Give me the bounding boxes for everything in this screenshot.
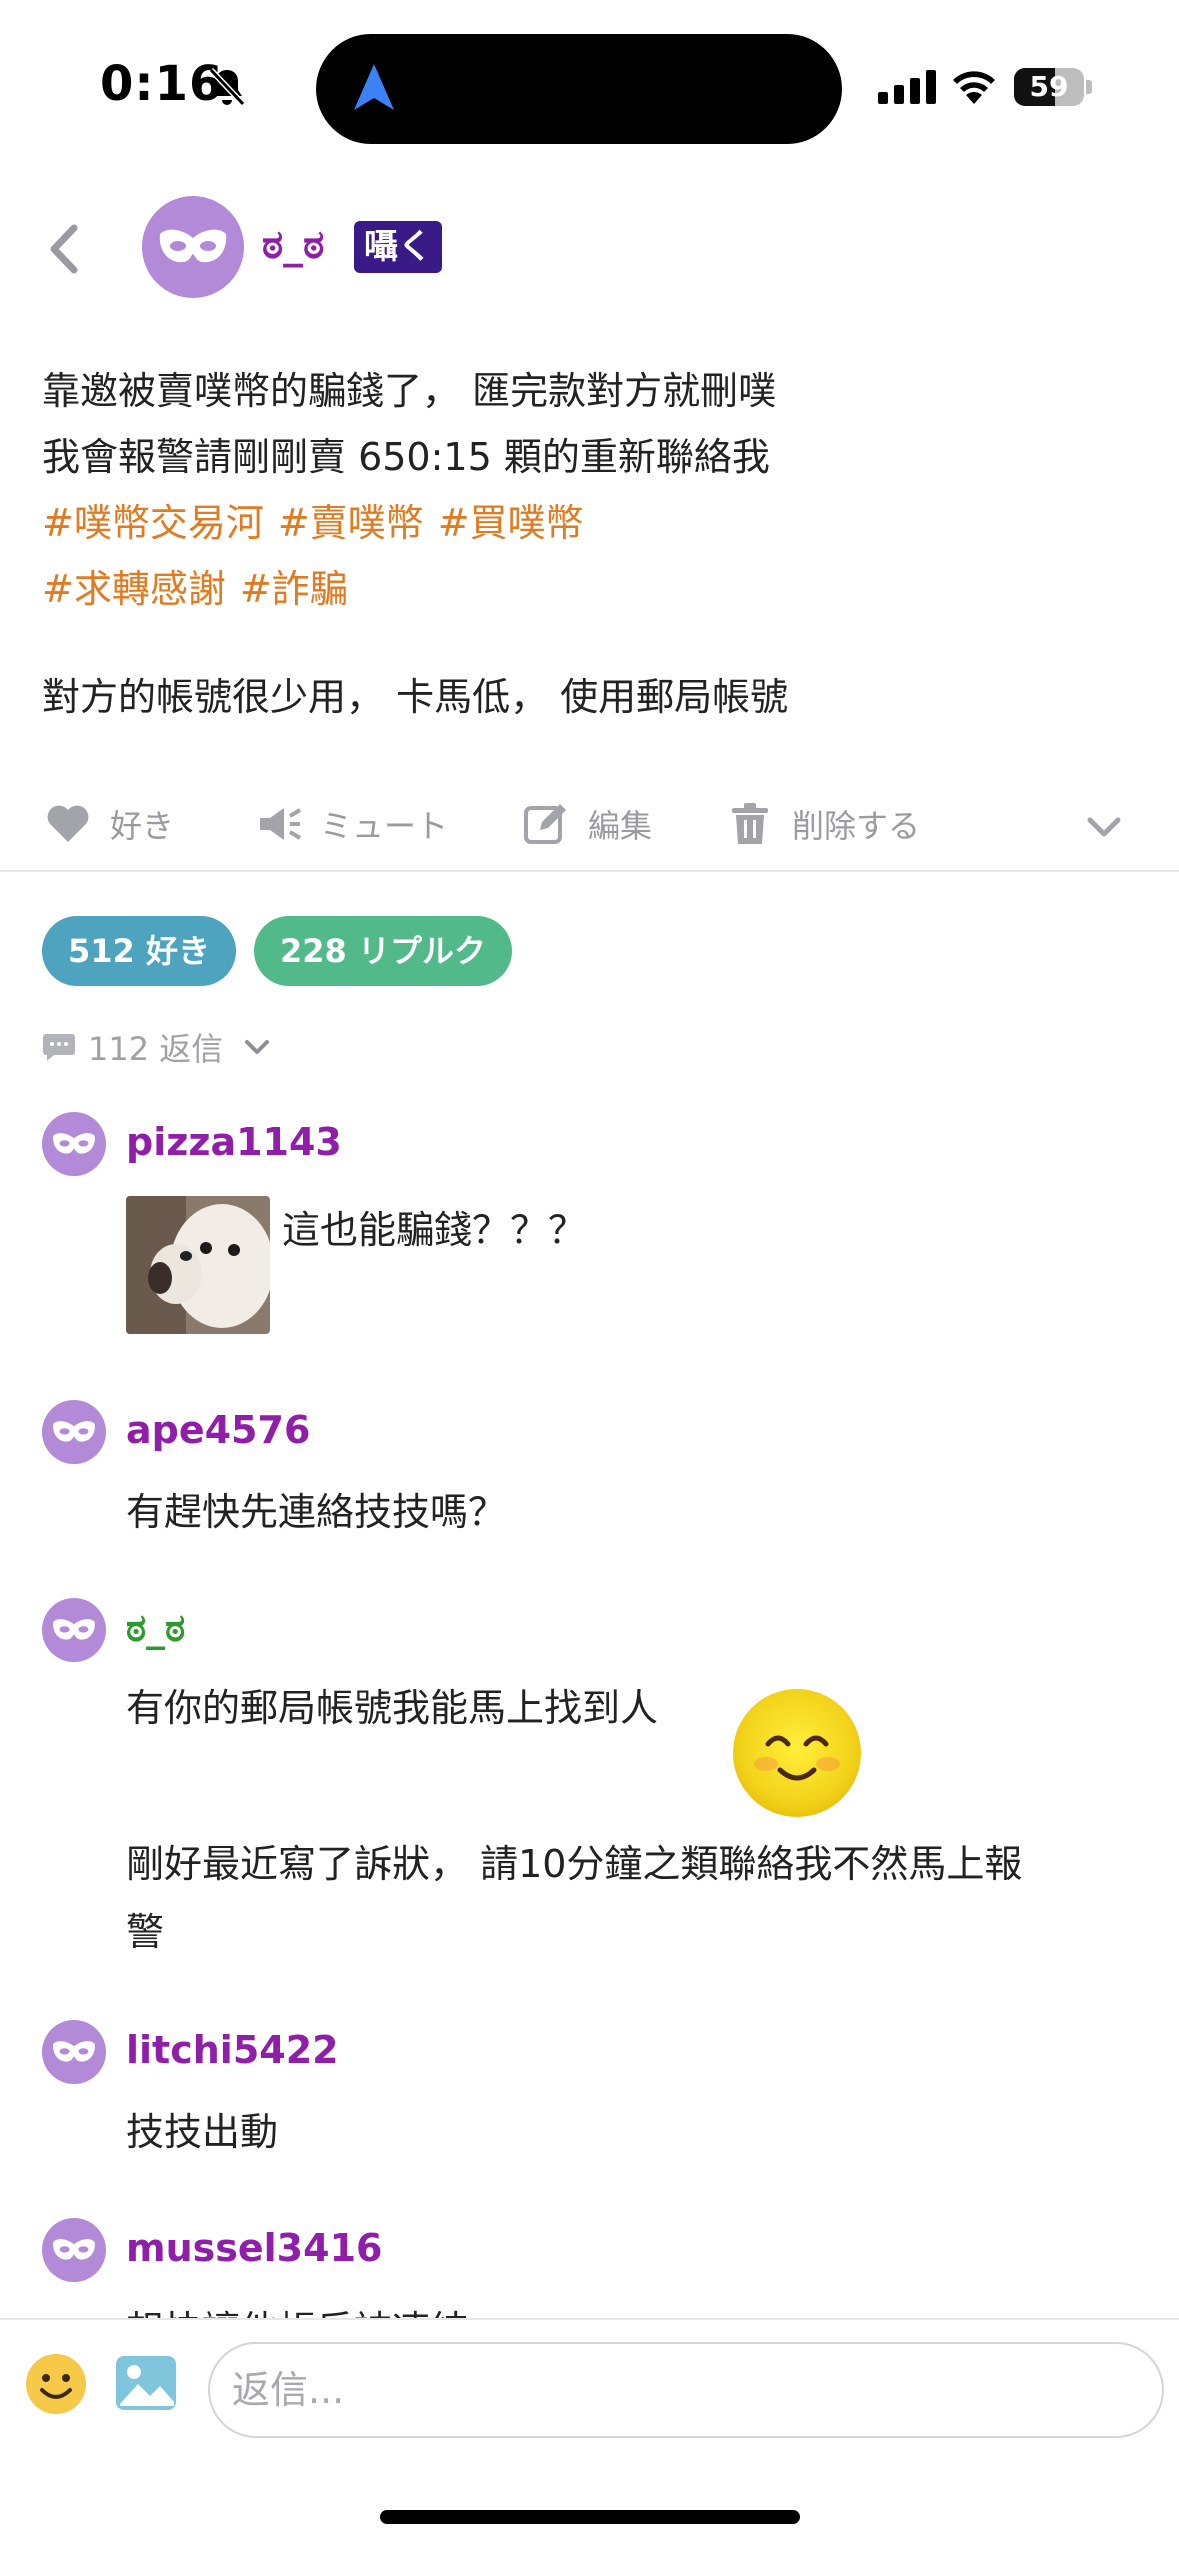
- hashtag-row-2: #求轉感謝 #詐騙: [42, 556, 1142, 622]
- mask-icon: [53, 1133, 95, 1154]
- mask-icon: [53, 2239, 95, 2260]
- dog-image[interactable]: [126, 1196, 270, 1334]
- hashtag-link[interactable]: #賣噗幣: [278, 501, 424, 545]
- author-name[interactable]: ಠ_ಠ: [262, 222, 324, 268]
- hashtag-row-1: #噗幣交易河 #賣噗幣 #買噗幣: [42, 490, 1142, 556]
- image-upload-button[interactable]: [114, 2354, 178, 2412]
- wifi-icon: [953, 71, 995, 104]
- avatar[interactable]: [42, 1400, 106, 1464]
- mask-icon: [53, 2041, 95, 2062]
- reply-username[interactable]: pizza1143: [126, 1120, 342, 1164]
- smiling-face-icon: [733, 1689, 861, 1817]
- delete-label: 削除する: [792, 807, 921, 845]
- trash-icon: [732, 803, 768, 844]
- reply-item: mussel3416 想快讓他帳反被凍結: [42, 2218, 1152, 2318]
- reply-item: ape4576 有趕快先連絡技技嗎？: [42, 1400, 1152, 1550]
- chevron-down-icon[interactable]: [1080, 804, 1128, 852]
- reply-text-2: 剛好最近寫了訴狀， 請10分鐘之類聯絡我不然馬上報: [126, 1842, 1023, 1886]
- reply-username[interactable]: mussel3416: [126, 2226, 382, 2270]
- reply-text-3: 警: [126, 1910, 165, 1954]
- chevron-down-icon: [245, 1040, 270, 1054]
- location-arrow-icon: [354, 64, 394, 110]
- like-button[interactable]: 好き: [44, 794, 174, 854]
- reply-text: 想快讓他帳反被凍結: [126, 2296, 468, 2318]
- reply-username[interactable]: ape4576: [126, 1408, 310, 1452]
- edit-button[interactable]: 編集: [522, 794, 652, 854]
- emoji-picker-button[interactable]: [24, 2352, 88, 2416]
- bell-slash-icon: [208, 67, 246, 107]
- post-content: 靠邀被賣噗幣的騙錢了， 匯完款對方就刪噗 我會報警請剛剛賣 650:15 顆的重…: [42, 358, 1142, 622]
- reply-username[interactable]: ಠ_ಠ: [126, 1606, 185, 1651]
- mask-icon: [159, 229, 227, 263]
- delete-button[interactable]: 削除する: [726, 794, 920, 854]
- mask-icon: [53, 1619, 95, 1640]
- reply-input[interactable]: [208, 2342, 1164, 2438]
- action-bar: 好き ミュート 編集 削除する: [0, 780, 1179, 872]
- avatar[interactable]: [42, 2020, 106, 2084]
- reply-count-label: 112 返信: [88, 1030, 224, 1068]
- post-line-2: 我會報警請剛剛賣 650:15 顆的重新聯絡我: [42, 435, 770, 479]
- battery-level: 59: [1029, 70, 1069, 103]
- edit-icon: [524, 804, 566, 844]
- back-button[interactable]: [36, 214, 92, 284]
- replurks-count-button[interactable]: 228 リプルク: [254, 916, 512, 986]
- likes-count-button[interactable]: 512 好き: [42, 916, 236, 986]
- reply-username[interactable]: litchi5422: [126, 2028, 339, 2072]
- hashtag-link[interactable]: #求轉感謝: [42, 567, 226, 611]
- reply-text: 有你的郵局帳號我能馬上找到人: [126, 1686, 659, 1730]
- comment-icon: [43, 1034, 75, 1061]
- mute-button[interactable]: ミュート: [254, 794, 448, 854]
- cellular-signal-icon: [878, 70, 936, 104]
- reply-count-toggle[interactable]: 112 返信: [42, 1022, 275, 1072]
- battery-icon: 59: [1014, 68, 1092, 106]
- verb-badge: 囁く: [354, 221, 442, 273]
- mask-icon: [53, 1421, 95, 1442]
- like-label: 好き: [110, 807, 175, 845]
- reply-item: litchi5422 技技出動: [42, 2020, 1152, 2170]
- hashtag-link[interactable]: #噗幣交易河: [42, 501, 264, 545]
- reply-text: 技技出動: [126, 2110, 279, 2154]
- mute-label: ミュート: [320, 807, 449, 845]
- hashtag-link[interactable]: #詐騙: [240, 567, 348, 611]
- home-indicator[interactable]: [380, 2510, 800, 2524]
- megaphone-mute-icon: [260, 808, 302, 840]
- avatar[interactable]: [42, 2218, 106, 2282]
- avatar[interactable]: [42, 1112, 106, 1176]
- reply-composer: [0, 2318, 1179, 2468]
- reply-text: 這也能騙錢？？？: [282, 1208, 587, 1252]
- author-avatar[interactable]: [142, 196, 244, 298]
- hashtag-link[interactable]: #買噗幣: [438, 501, 584, 545]
- edit-label: 編集: [588, 807, 653, 845]
- status-bar: 0:16 59: [0, 0, 1179, 175]
- post-line-1: 靠邀被賣噗幣的騙錢了， 匯完款對方就刪噗: [42, 369, 777, 413]
- reply-item: pizza1143 這也能騙錢？？？: [42, 1112, 1152, 1352]
- reply-item: ಠ_ಠ 有你的郵局帳號我能馬上找到人 剛好最近寫了訴狀， 請10分鐘之類聯絡我不…: [42, 1598, 1152, 1978]
- reply-text: 有趕快先連絡技技嗎？: [126, 1490, 507, 1534]
- avatar[interactable]: [42, 1598, 106, 1662]
- heart-icon: [47, 805, 89, 842]
- post-extra-text: 對方的帳號很少用， 卡馬低， 使用郵局帳號: [42, 675, 789, 719]
